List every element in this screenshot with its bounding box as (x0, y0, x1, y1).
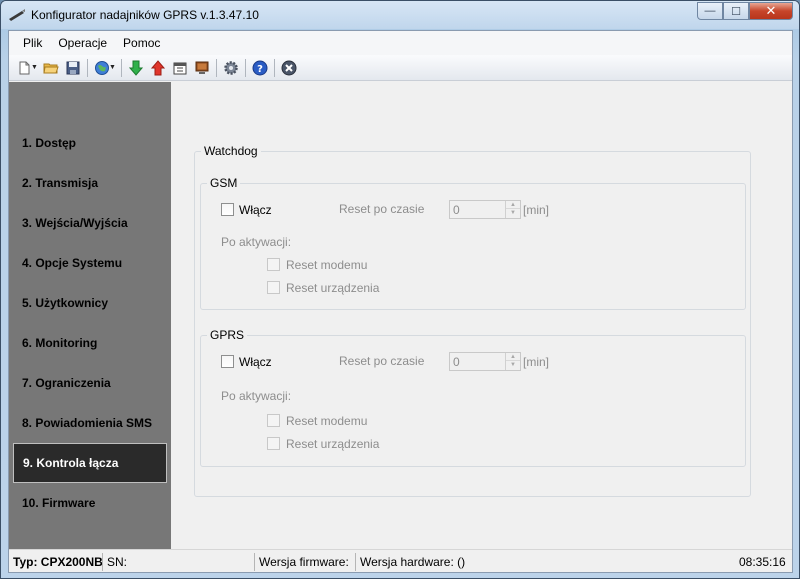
sidebar-item-ograniczenia[interactable]: 7. Ograniczenia (13, 363, 167, 403)
gsm-reset-device-label: Reset urządzenia (286, 281, 380, 295)
help-icon[interactable]: ? (249, 57, 271, 79)
status-device-type: Typ: CPX200NB (13, 555, 103, 569)
svg-text:?: ? (257, 64, 263, 75)
gsm-reset-modem-checkbox[interactable] (267, 258, 280, 271)
gprs-spin-buttons: ▲ ▼ (505, 353, 520, 370)
sidebar-item-label: 2. Transmisja (22, 176, 99, 190)
calendar-icon[interactable] (169, 57, 191, 79)
globe-dropdown-icon[interactable]: ▼ (109, 64, 116, 71)
sidebar-item-monitoring[interactable]: 6. Monitoring (13, 323, 167, 363)
gsm-on-activation-label: Po aktywacji: (221, 235, 292, 249)
menu-pomoc[interactable]: Pomoc (115, 36, 168, 50)
status-serial-number: SN: (107, 555, 128, 569)
gprs-reset-modem-label: Reset modemu (286, 414, 368, 428)
watchdog-group-title: Watchdog (201, 144, 261, 158)
gprs-reset-time-value: 0 (453, 355, 460, 369)
client-area: Plik Operacje Pomoc ▼ ▼ ? 1. Dostęp 2. T… (8, 30, 793, 573)
gprs-enable-checkbox[interactable] (221, 355, 234, 368)
sidebar-item-label: 6. Monitoring (22, 336, 98, 350)
toolbar-separator (120, 58, 122, 77)
disconnect-icon[interactable] (278, 57, 300, 79)
toolbar-separator (273, 58, 275, 77)
save-icon[interactable] (62, 57, 84, 79)
spin-down-icon[interactable]: ▼ (506, 209, 520, 217)
new-file-dropdown-icon[interactable]: ▼ (31, 64, 38, 71)
sidebar-item-kontrola-lacza[interactable]: 9. Kontrola łącza (13, 443, 167, 483)
status-divider (254, 553, 255, 571)
sidebar-item-powiadomienia-sms[interactable]: 8. Powiadomienia SMS (13, 403, 167, 443)
sidebar-item-dostep[interactable]: 1. Dostęp (13, 123, 167, 163)
toolbar-separator (244, 58, 246, 77)
monitor-icon[interactable] (191, 57, 213, 79)
toolbar-separator (86, 58, 88, 77)
gsm-enable-checkbox[interactable] (221, 203, 234, 216)
toolbar: ▼ ▼ ? (9, 55, 792, 81)
spin-down-icon[interactable]: ▼ (506, 361, 520, 369)
status-divider (355, 553, 356, 571)
gsm-reset-device-checkbox[interactable] (267, 281, 280, 294)
window-controls: — ☐ ✕ (697, 2, 793, 20)
watchdog-group: Watchdog GSM Włącz Reset po czasie 0 ▲ ▼… (194, 144, 751, 497)
main-content: Watchdog GSM Włącz Reset po czasie 0 ▲ ▼… (171, 82, 792, 549)
title-bar[interactable]: Konfigurator nadajników GPRS v.1.3.47.10… (1, 1, 799, 29)
menu-plik[interactable]: Plik (15, 36, 50, 50)
sidebar-item-label: 8. Powiadomienia SMS (22, 416, 153, 430)
gprs-reset-device-label: Reset urządzenia (286, 437, 380, 451)
gprs-group: GPRS Włącz Reset po czasie 0 ▲ ▼ [min] P… (200, 328, 746, 467)
gsm-reset-modem-label: Reset modemu (286, 258, 368, 272)
gprs-reset-modem-checkbox[interactable] (267, 414, 280, 427)
gsm-reset-time-stepper[interactable]: 0 ▲ ▼ (449, 200, 521, 219)
gprs-reset-time-stepper[interactable]: 0 ▲ ▼ (449, 352, 521, 371)
maximize-button[interactable]: ☐ (723, 2, 749, 20)
status-hardware-version: Wersja hardware: () (360, 555, 466, 569)
spin-up-icon[interactable]: ▲ (506, 353, 520, 361)
gprs-reset-device-checkbox[interactable] (267, 437, 280, 450)
window-title: Konfigurator nadajników GPRS v.1.3.47.10 (31, 8, 259, 22)
sidebar-item-label: 7. Ograniczenia (22, 376, 111, 390)
status-bar: Typ: CPX200NB SN: Wersja firmware: Wersj… (9, 549, 792, 572)
gsm-group: GSM Włącz Reset po czasie 0 ▲ ▼ [min] Po… (200, 176, 746, 310)
download-arrow-icon[interactable] (125, 57, 147, 79)
sidebar-item-opcje-systemu[interactable]: 4. Opcje Systemu (13, 243, 167, 283)
gsm-reset-time-value: 0 (453, 203, 460, 217)
sidebar-nav: 1. Dostęp 2. Transmisja 3. Wejścia/Wyjśc… (9, 82, 171, 549)
status-clock: 08:35:16 (739, 555, 786, 569)
minimize-button[interactable]: — (697, 2, 723, 20)
sidebar-item-uzytkownicy[interactable]: 5. Użytkownicy (13, 283, 167, 323)
upload-arrow-icon[interactable] (147, 57, 169, 79)
menu-bar: Plik Operacje Pomoc (9, 31, 792, 55)
gprs-group-title: GPRS (207, 328, 248, 342)
gsm-spin-buttons: ▲ ▼ (505, 201, 520, 218)
status-divider (102, 553, 103, 571)
gprs-unit-label: [min] (523, 355, 550, 369)
toolbar-separator (215, 58, 217, 77)
status-firmware-version: Wersja firmware: (259, 555, 349, 569)
menu-operacje[interactable]: Operacje (50, 36, 115, 50)
gsm-enable-label: Włącz (239, 203, 272, 217)
settings-gear-icon[interactable] (220, 57, 242, 79)
close-button[interactable]: ✕ (749, 2, 793, 20)
application-window: Konfigurator nadajników GPRS v.1.3.47.10… (0, 0, 800, 579)
gprs-on-activation-label: Po aktywacji: (221, 389, 292, 403)
sidebar-item-transmisja[interactable]: 2. Transmisja (13, 163, 167, 203)
sidebar-item-label: 3. Wejścia/Wyjścia (22, 216, 128, 230)
open-folder-icon[interactable] (40, 57, 62, 79)
spin-up-icon[interactable]: ▲ (506, 201, 520, 209)
sidebar-item-label: 10. Firmware (22, 496, 96, 510)
gsm-reset-after-label: Reset po czasie (339, 202, 425, 216)
sidebar-item-label: 4. Opcje Systemu (22, 256, 123, 270)
gprs-enable-label: Włącz (239, 355, 272, 369)
gsm-unit-label: [min] (523, 203, 550, 217)
sidebar-item-label: 9. Kontrola łącza (23, 456, 119, 470)
app-icon (9, 9, 25, 21)
gprs-reset-after-label: Reset po czasie (339, 354, 425, 368)
sidebar-item-label: 5. Użytkownicy (22, 296, 109, 310)
sidebar-item-label: 1. Dostęp (22, 136, 77, 150)
sidebar-item-firmware[interactable]: 10. Firmware (13, 483, 167, 523)
gsm-group-title: GSM (207, 176, 241, 190)
sidebar-item-wejscia-wyjscia[interactable]: 3. Wejścia/Wyjścia (13, 203, 167, 243)
